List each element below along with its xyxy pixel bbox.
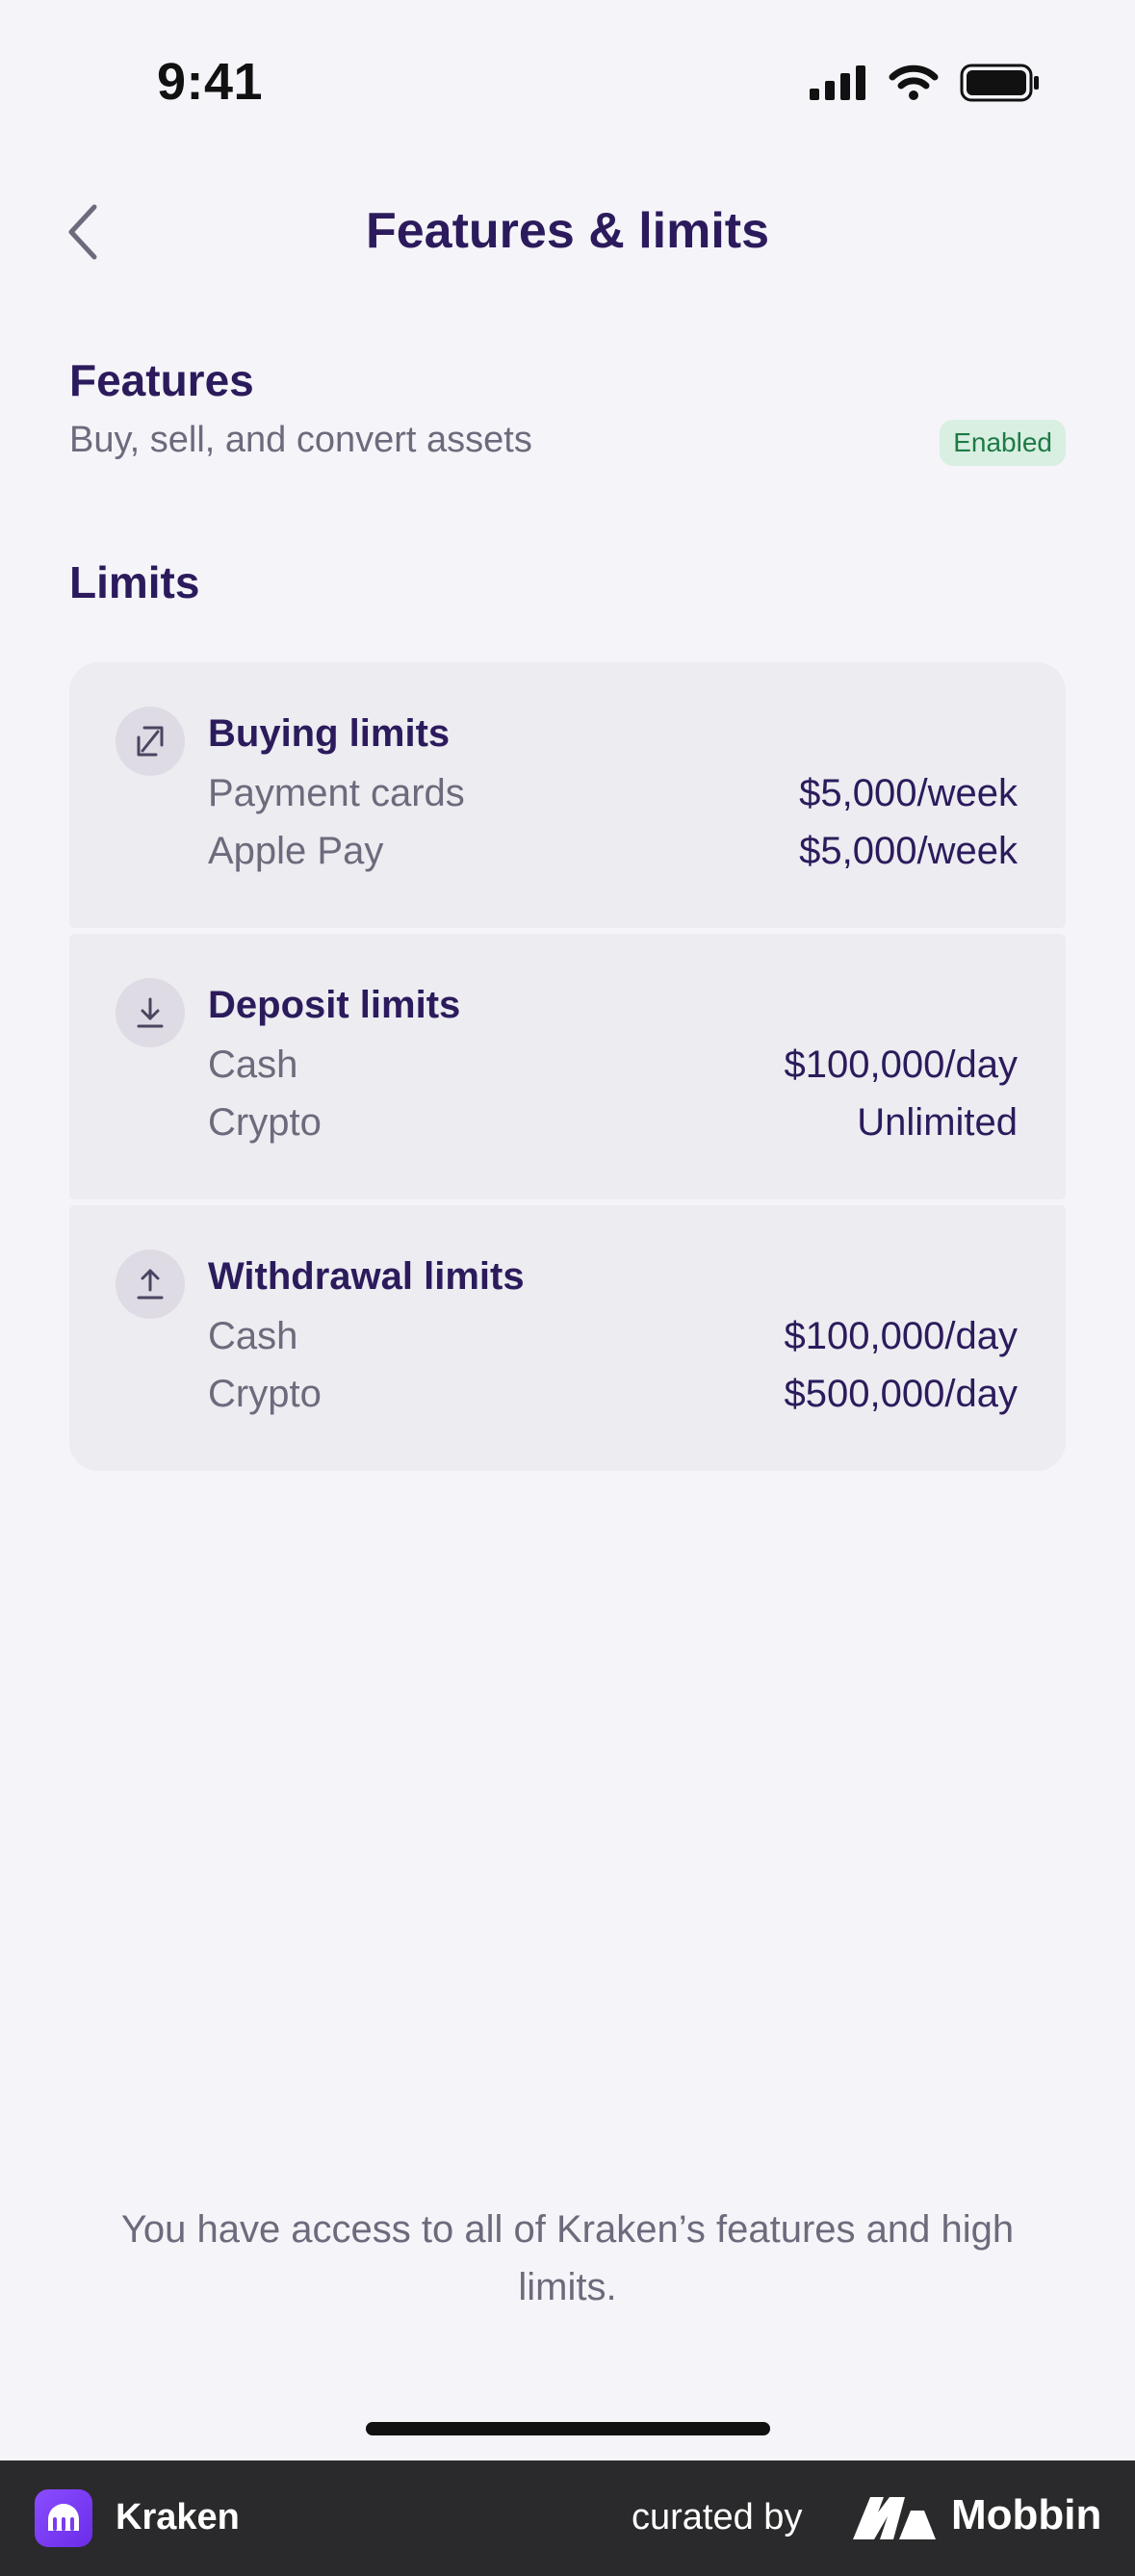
status-time: 9:41 [157,53,264,111]
limit-label: Payment cards [208,772,465,814]
status-bar: 9:41 [0,0,1135,164]
limit-label: Crypto [208,1373,322,1415]
limit-row: Cash $100,000/day [208,1043,1018,1092]
limit-value: $5,000/week [799,772,1018,814]
nav-bar: Features & limits [0,183,1135,279]
mobbin-name: Mobbin [951,2491,1102,2538]
limits-heading: Limits [69,557,200,607]
limit-value: $100,000/day [784,1315,1018,1357]
limit-label: Cash [208,1315,298,1357]
limit-label: Crypto [208,1101,322,1144]
features-description: Buy, sell, and convert assets [69,420,532,460]
limit-row: Crypto $500,000/day [208,1373,1018,1421]
limit-value: $100,000/day [784,1043,1018,1086]
card-title: Buying limits [208,712,451,755]
limit-value: $5,000/week [799,830,1018,872]
deposit-limits-card: Deposit limits Cash $100,000/day Crypto … [69,934,1066,1199]
status-badge: Enabled [940,420,1066,466]
limit-label: Apple Pay [208,830,384,872]
limit-row: Cash $100,000/day [208,1315,1018,1363]
upload-arrow-icon [116,1249,185,1319]
limit-row: Payment cards $5,000/week [208,772,1018,820]
limit-row: Crypto Unlimited [208,1101,1018,1149]
cellular-signal-icon [810,65,865,100]
limit-row: Apple Pay $5,000/week [208,830,1018,878]
battery-icon [960,64,1039,102]
limit-label: Cash [208,1043,298,1086]
buying-limits-card: Buying limits Payment cards $5,000/week … [69,662,1066,928]
curated-by-label: curated by [632,2497,803,2537]
kraken-logo-icon [35,2489,92,2547]
brand-bar: Kraken curated by Mobbin [0,2460,1135,2576]
mobbin-logo-icon [853,2497,936,2539]
withdrawal-limits-card: Withdrawal limits Cash $100,000/day Cryp… [69,1205,1066,1471]
footer-note: You have access to all of Kraken’s featu… [120,2208,1015,2308]
home-indicator [366,2422,770,2435]
app-name: Kraken [116,2497,240,2537]
convert-arrows-icon [116,707,185,776]
card-title: Withdrawal limits [208,1255,525,1298]
page-title: Features & limits [365,203,770,259]
limit-value: $500,000/day [784,1373,1018,1415]
card-title: Deposit limits [208,984,461,1026]
features-heading: Features [69,355,254,405]
wifi-icon [889,64,939,100]
limit-value: Unlimited [857,1101,1018,1144]
status-icons [810,64,1041,102]
download-arrow-icon [116,978,185,1047]
